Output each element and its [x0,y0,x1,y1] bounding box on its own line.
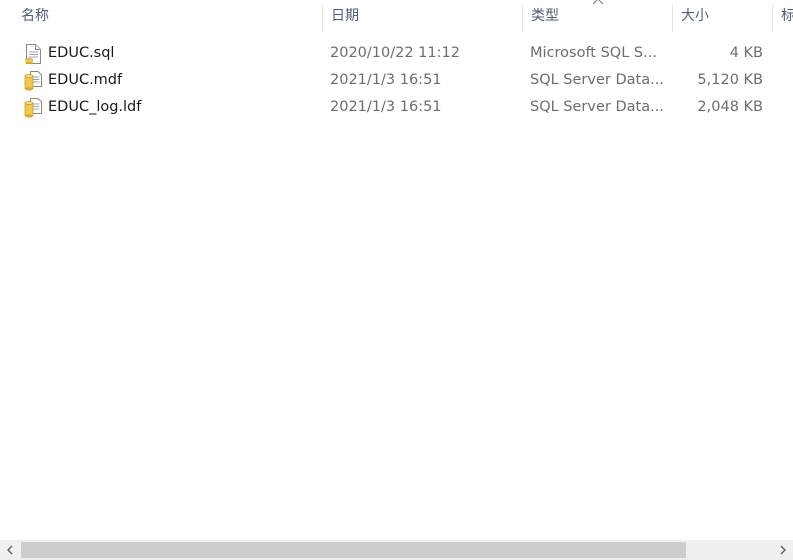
file-row[interactable]: EDUC.sql 2020/10/22 11:12 Microsoft SQL … [0,40,793,67]
sql-file-icon [25,44,41,64]
column-header-row: 名称 日期 类型 大小 标 [0,0,793,33]
file-date: 2020/10/22 11:12 [330,45,460,61]
file-type: SQL Server Data... [530,72,664,88]
file-size: 2,048 KB [697,99,763,115]
column-header-date[interactable]: 日期 [322,0,520,33]
horizontal-scrollbar[interactable] [0,540,793,560]
chevron-right-icon [780,545,786,555]
column-header-size[interactable]: 大小 [672,0,770,33]
chevron-up-icon [592,0,604,5]
file-name: EDUC_log.ldf [48,99,142,115]
file-row[interactable]: EDUC.mdf 2021/1/3 16:51 SQL Server Data.… [0,67,793,94]
file-name: EDUC.sql [48,45,115,61]
file-size: 5,120 KB [697,72,763,88]
scroll-left-button[interactable] [0,540,20,560]
database-file-icon [24,71,42,91]
column-header-name[interactable]: 名称 [12,0,320,33]
file-list-view: 名称 日期 类型 大小 标 EDUC.sql 2020/10/22 11:12 … [0,0,793,560]
file-size: 4 KB [729,45,763,61]
file-date: 2021/1/3 16:51 [330,99,442,115]
file-type: Microsoft SQL S... [530,45,657,61]
chevron-left-icon [7,545,13,555]
file-type: SQL Server Data... [530,99,664,115]
file-name: EDUC.mdf [48,72,123,88]
scrollbar-thumb[interactable] [21,542,686,558]
database-log-file-icon [24,98,42,118]
file-row[interactable]: EDUC_log.ldf 2021/1/3 16:51 SQL Server D… [0,94,793,121]
file-date: 2021/1/3 16:51 [330,72,442,88]
scroll-right-button[interactable] [773,540,793,560]
column-header-tags[interactable]: 标 [772,0,793,33]
